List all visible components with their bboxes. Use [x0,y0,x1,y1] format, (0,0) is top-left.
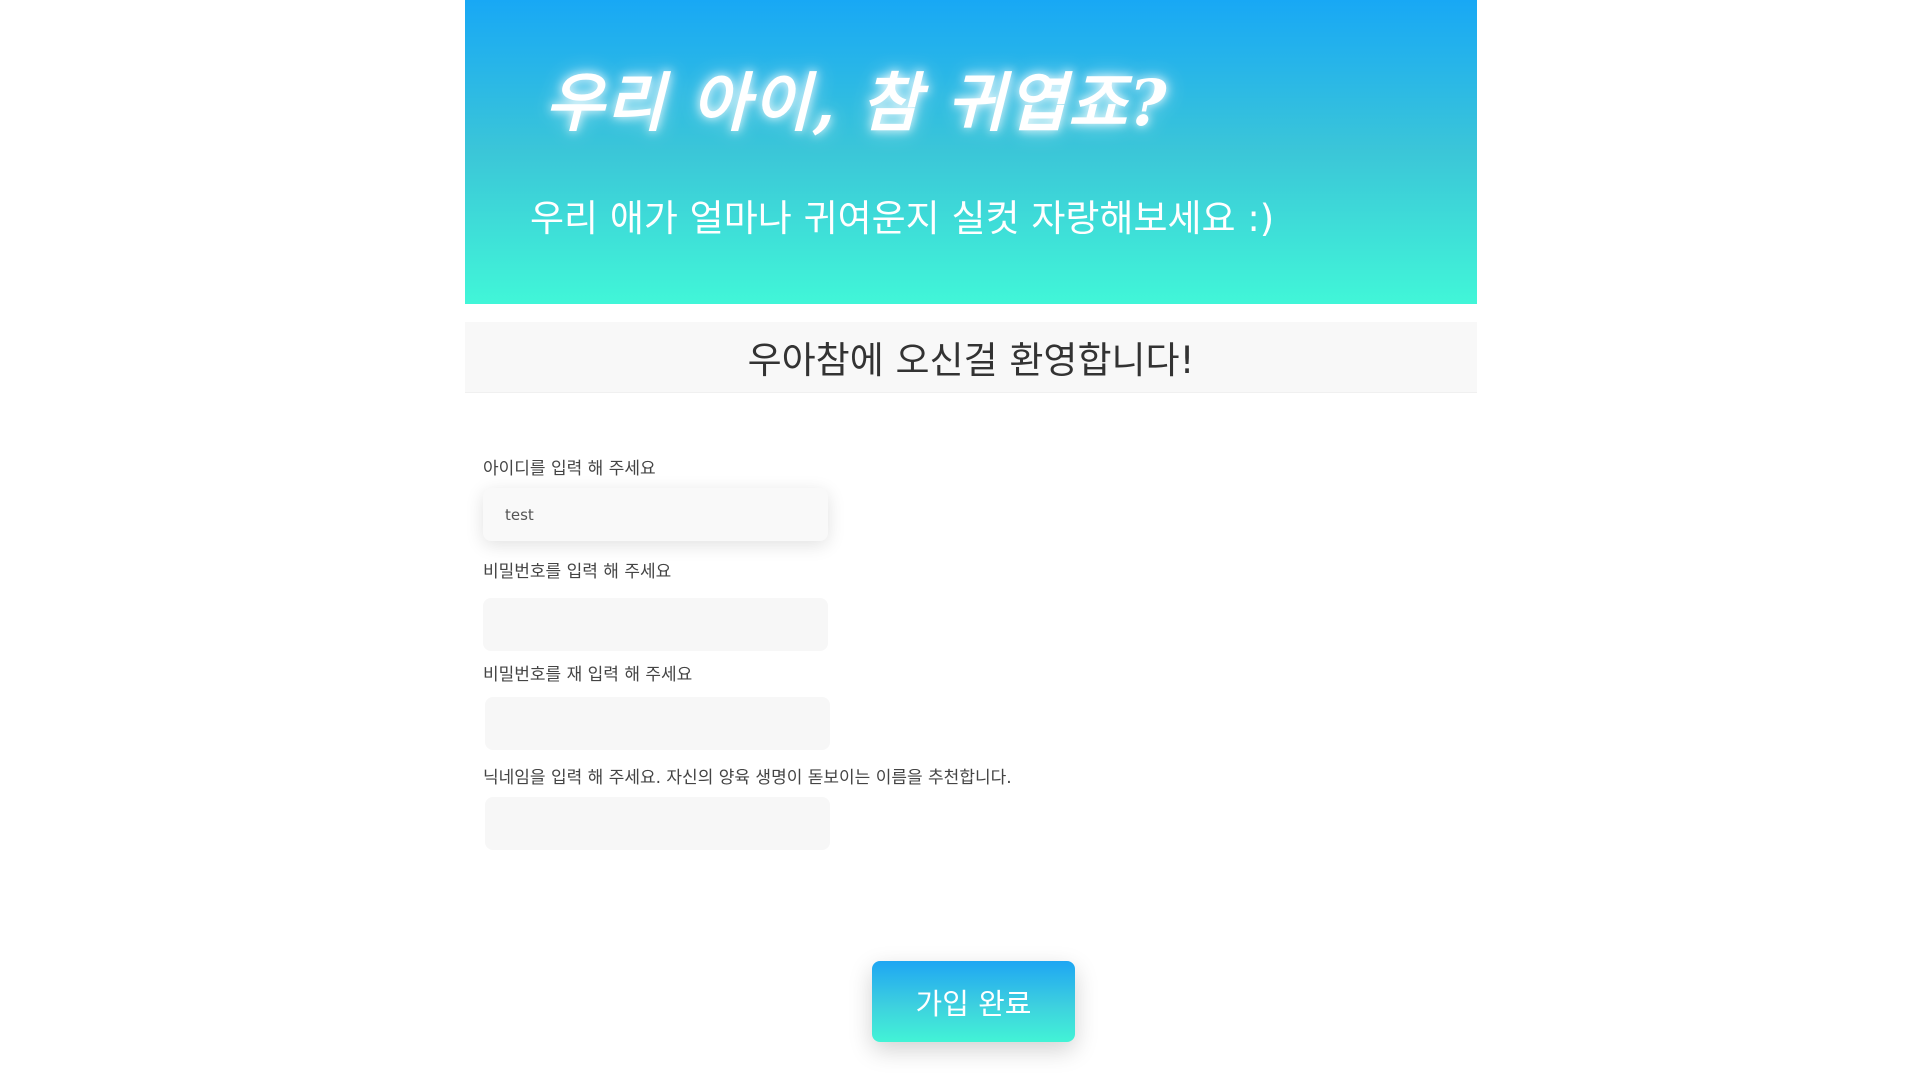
signup-submit-button[interactable]: 가입 완료 [872,961,1075,1042]
hero-title: 우리 아이, 참 귀엽죠? [545,66,1169,141]
password-input[interactable] [483,598,828,651]
username-input[interactable] [483,488,828,541]
hero-subtitle: 우리 애가 얼마나 귀여운지 실컷 자랑해보세요 :) [530,197,1275,240]
nickname-input[interactable] [485,797,830,850]
hero-banner: 우리 아이, 참 귀엽죠? 우리 애가 얼마나 귀여운지 실컷 자랑해보세요 :… [465,0,1477,304]
username-label: 아이디를 입력 해 주세요 [483,459,656,479]
password-label: 비밀번호를 입력 해 주세요 [483,562,672,582]
welcome-bar: 우아참에 오신걸 환영합니다! [465,322,1477,393]
password-confirm-input[interactable] [485,697,830,750]
password-confirm-label: 비밀번호를 재 입력 해 주세요 [483,665,693,685]
nickname-label: 닉네임을 입력 해 주세요. 자신의 양육 생명이 돋보이는 이름을 추천합니다… [483,768,1012,788]
welcome-text: 우아참에 오신걸 환영합니다! [747,339,1195,382]
signup-page: 우리 아이, 참 귀엽죠? 우리 애가 얼마나 귀여운지 실컷 자랑해보세요 :… [0,0,1920,1080]
